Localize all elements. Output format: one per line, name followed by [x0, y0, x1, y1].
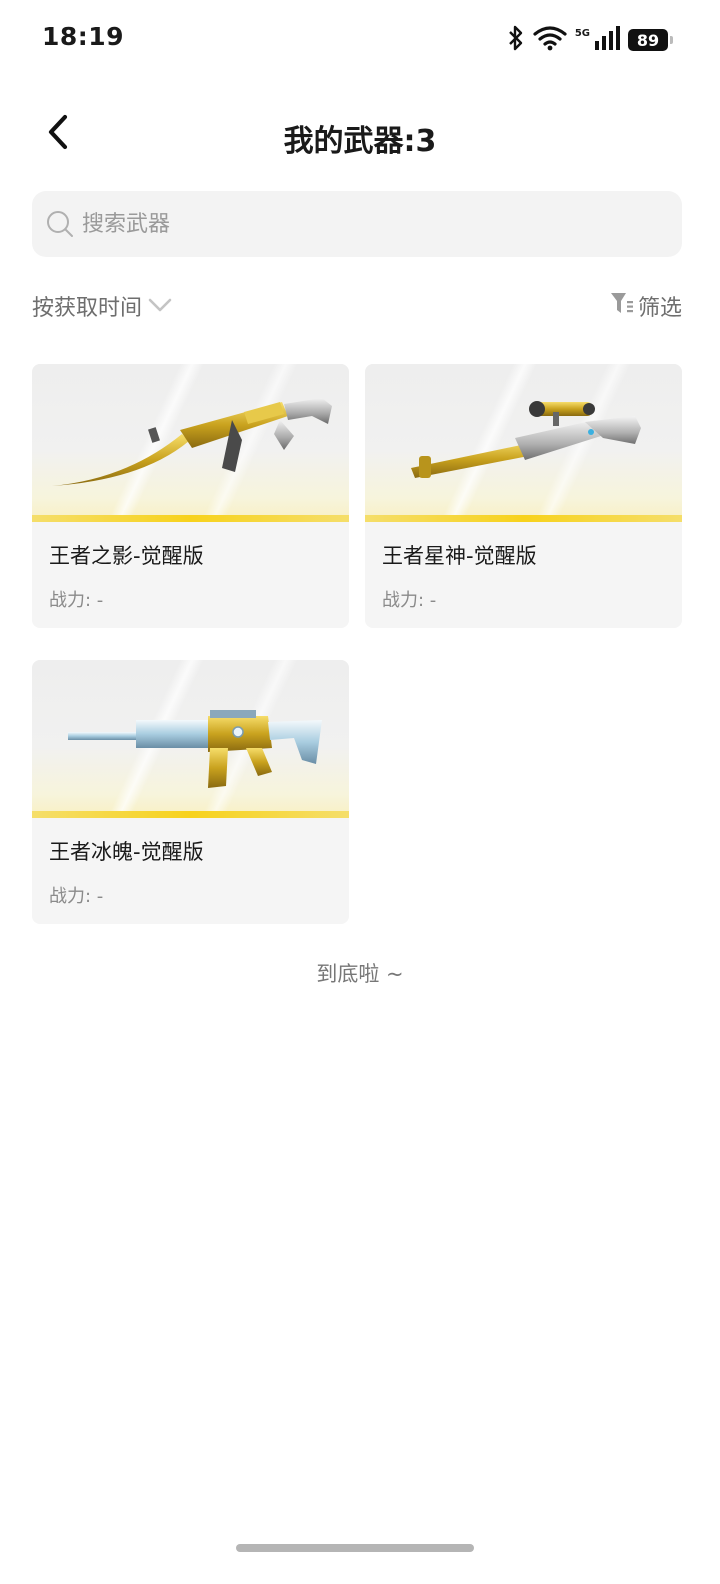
- filter-label: 筛选: [637, 296, 682, 321]
- search-box[interactable]: [32, 191, 682, 257]
- home-indicator[interactable]: [236, 1544, 474, 1552]
- search-input[interactable]: [80, 210, 644, 238]
- status-time: 18:19: [42, 22, 125, 51]
- weapon-power: 战力: -: [49, 590, 104, 611]
- weapon-image: [32, 364, 349, 522]
- weapon-card[interactable]: 王者之影-觉醒版 战力: -: [32, 364, 349, 628]
- sort-label: 按获取时间: [32, 296, 143, 321]
- weapon-power: 战力: -: [49, 886, 104, 907]
- battery-level: 89: [636, 30, 660, 50]
- rifle-ak-icon: [52, 398, 332, 486]
- page-title: 我的武器:3: [283, 124, 437, 159]
- weapon-card[interactable]: 王者星神-觉醒版 战力: -: [365, 364, 682, 628]
- sniper-rifle-icon: [411, 401, 641, 478]
- search-icon: [46, 210, 74, 238]
- weapon-name: 王者冰魄-觉醒版: [49, 840, 204, 864]
- weapon-image: [32, 660, 349, 818]
- status-icons: 5G 89: [507, 24, 673, 56]
- network-type: 5G: [574, 27, 590, 39]
- weapon-card[interactable]: 王者冰魄-觉醒版 战力: -: [32, 660, 349, 924]
- weapon-image: [365, 364, 682, 522]
- weapon-name: 王者星神-觉醒版: [382, 544, 537, 568]
- filter-icon: [610, 291, 634, 321]
- sort-dropdown[interactable]: 按获取时间: [32, 290, 172, 322]
- wifi-icon: [533, 25, 567, 55]
- status-bar: 18:19 5G 89: [0, 0, 720, 80]
- end-of-list-text: 到底啦 ~: [316, 962, 404, 986]
- filter-button[interactable]: 筛选: [610, 290, 682, 322]
- chevron-down-icon: [148, 294, 172, 319]
- rifle-m4-icon: [68, 710, 322, 788]
- weapon-power: 战力: -: [382, 590, 437, 611]
- header: 我的武器:3: [0, 100, 720, 170]
- weapon-name: 王者之影-觉醒版: [49, 544, 204, 568]
- bluetooth-icon: [507, 25, 525, 55]
- battery-icon: 89: [628, 29, 673, 51]
- signal-icon: [594, 25, 620, 55]
